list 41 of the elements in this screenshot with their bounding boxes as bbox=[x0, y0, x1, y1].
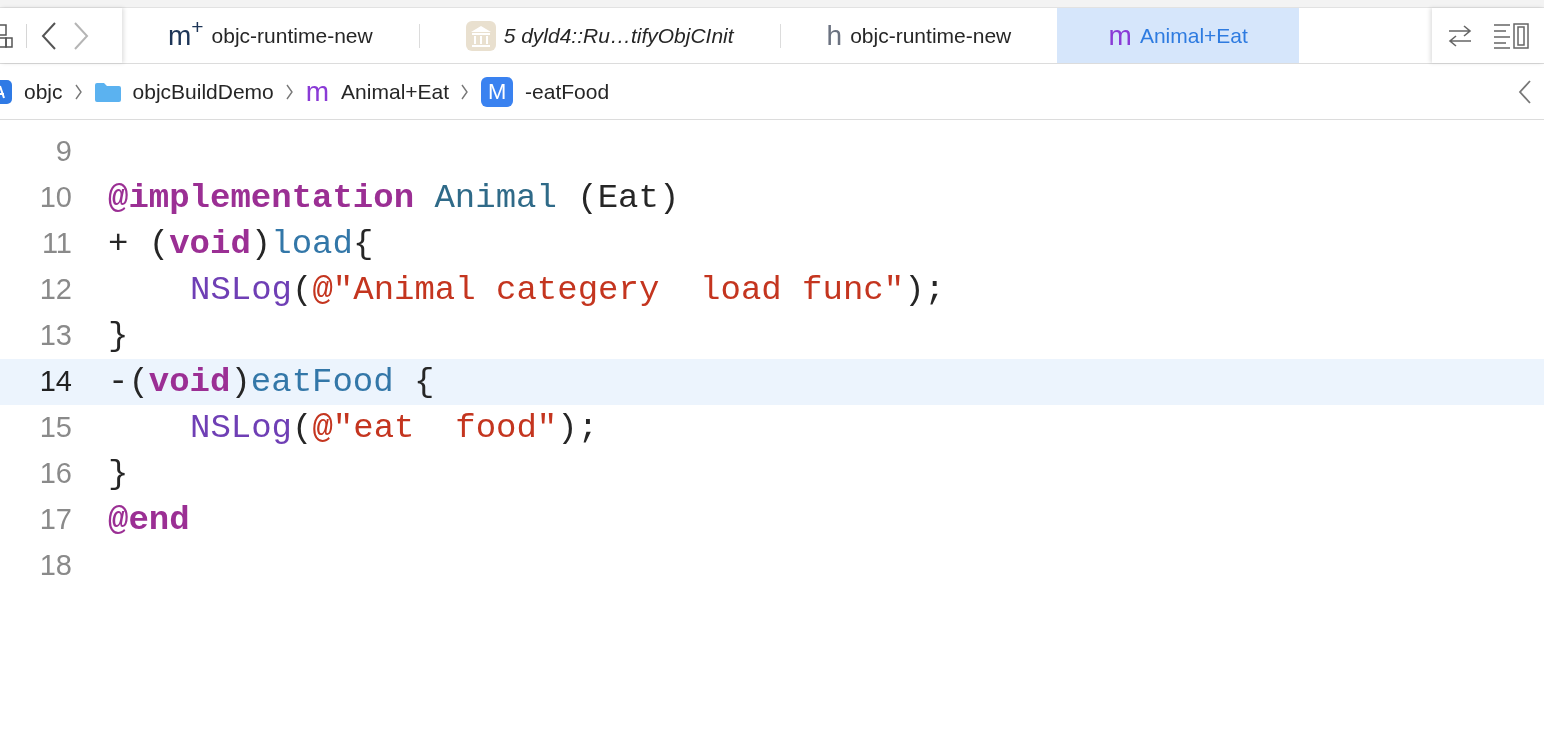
line-number: 13 bbox=[38, 318, 72, 354]
code-text: -(void)eatFood { bbox=[108, 361, 435, 403]
chevron-icon bbox=[285, 83, 294, 100]
line-number: 16 bbox=[38, 456, 72, 492]
breadcrumb-item[interactable]: objcBuildDemo bbox=[94, 75, 274, 108]
file-type-icon: m bbox=[305, 77, 330, 106]
library-icon bbox=[465, 20, 496, 51]
line-number: 11 bbox=[40, 226, 72, 262]
editor-tab[interactable]: h objc-runtime-new bbox=[780, 8, 1058, 63]
line-number: 15 bbox=[38, 410, 72, 446]
chevron-icon bbox=[74, 83, 83, 100]
editor-tab[interactable]: m Animal+Eat bbox=[1057, 8, 1300, 63]
grid-icon[interactable] bbox=[0, 22, 14, 49]
line-number: 18 bbox=[38, 548, 72, 584]
line-number: 9 bbox=[54, 134, 72, 170]
editor-tab[interactable]: m$^{+}$ objc-runtime-new bbox=[122, 8, 419, 63]
code-text: @end bbox=[108, 499, 190, 541]
file-type-icon: m bbox=[1108, 21, 1132, 50]
breadcrumb-item[interactable]: m Animal+Eat bbox=[305, 75, 450, 108]
chevron-icon bbox=[461, 83, 470, 100]
code-text: NSLog(@"Animal categery load func"); bbox=[190, 269, 945, 311]
inspector-icon[interactable] bbox=[1493, 22, 1529, 49]
line-number: 17 bbox=[38, 502, 72, 538]
code-text: @implementation Animal (Eat) bbox=[108, 177, 680, 219]
code-text: + (void)load{ bbox=[108, 223, 374, 265]
code-text: NSLog(@"eat food"); bbox=[190, 407, 599, 449]
line-number: 10 bbox=[38, 180, 72, 216]
code-text: } bbox=[108, 453, 129, 495]
line-number: 12 bbox=[38, 272, 72, 308]
breadcrumb-item[interactable]: M -eatFood bbox=[481, 75, 610, 108]
back-icon[interactable] bbox=[39, 20, 59, 51]
folder-icon bbox=[94, 81, 121, 102]
swap-arrows-icon[interactable] bbox=[1447, 23, 1473, 48]
file-type-icon: m$^{+}$ bbox=[168, 21, 204, 50]
breadcrumb-item[interactable]: objc bbox=[0, 75, 63, 108]
method-icon: M bbox=[481, 76, 514, 107]
code-text: } bbox=[108, 315, 129, 357]
file-type-icon: h bbox=[826, 21, 843, 50]
chevron-left-icon[interactable] bbox=[1518, 78, 1532, 105]
line-number: 14 bbox=[38, 364, 72, 400]
editor-tab[interactable]: 5 dyld4::Ru…tifyObjCInit bbox=[419, 8, 780, 63]
